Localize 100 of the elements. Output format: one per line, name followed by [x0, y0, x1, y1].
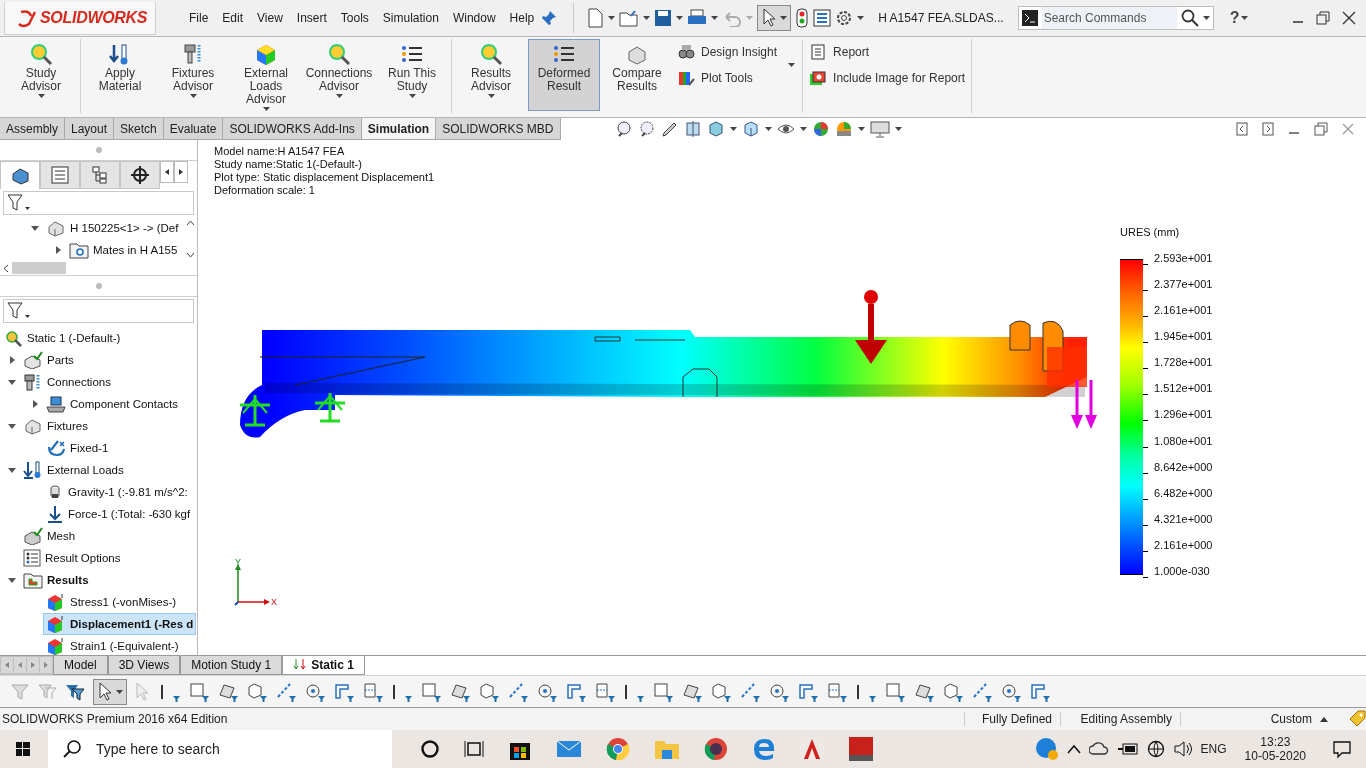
- caret-icon[interactable]: [1241, 16, 1249, 20]
- rainbow-block-icon[interactable]: [677, 69, 695, 87]
- tile-left-icon[interactable]: [1236, 122, 1248, 136]
- search-icon[interactable]: [62, 739, 82, 759]
- caret-icon[interactable]: [643, 16, 651, 20]
- grip-icon[interactable]: [94, 146, 103, 154]
- command-tab[interactable]: Evaluate: [163, 118, 224, 140]
- help-icon[interactable]: [1034, 737, 1059, 761]
- caret-up-icon[interactable]: [1320, 716, 1328, 722]
- menu-item[interactable]: Simulation: [375, 11, 446, 25]
- close-icon[interactable]: [1342, 11, 1356, 25]
- command-tab[interactable]: Assembly: [0, 118, 65, 140]
- filter-field[interactable]: [3, 191, 194, 215]
- ribbon-button[interactable]: Include Image for Report: [806, 67, 969, 89]
- bottom-tab[interactable]: 3D Views: [107, 656, 181, 675]
- binoculars-icon[interactable]: [677, 43, 695, 61]
- tree-item[interactable]: Parts: [20, 349, 77, 371]
- ribbon-button[interactable]: Design Insight: [674, 41, 781, 63]
- camera-icon[interactable]: [809, 69, 828, 87]
- command-tab[interactable]: SOLIDWORKS Add-Ins: [223, 118, 362, 140]
- expand-arrow-icon[interactable]: [7, 466, 16, 474]
- expand-arrow-icon[interactable]: [7, 356, 16, 364]
- caret-icon[interactable]: [799, 127, 807, 131]
- tree-item[interactable]: Fixed-1: [43, 437, 112, 459]
- caret-icon[interactable]: [894, 127, 902, 131]
- filter-field[interactable]: [3, 299, 194, 323]
- scroll-left-icon[interactable]: [3, 263, 9, 273]
- tree-item[interactable]: Mates in H A155: [66, 239, 181, 261]
- selection-filter-icon[interactable]: [826, 680, 848, 703]
- save-icon[interactable]: [654, 9, 673, 27]
- caret-icon[interactable]: [788, 63, 796, 67]
- tree-item[interactable]: Force-1 (:Total: -630 kgf: [43, 503, 194, 525]
- battery-icon[interactable]: [1116, 742, 1139, 756]
- caret-icon[interactable]: [608, 16, 616, 20]
- expand-arrow-icon[interactable]: [7, 576, 16, 584]
- tree-item[interactable]: External Loads: [20, 459, 127, 481]
- caret-icon[interactable]: [711, 16, 719, 20]
- globe-icon[interactable]: [1146, 740, 1165, 758]
- tree-item[interactable]: Stress1 (-vonMises-): [43, 591, 180, 613]
- tree-item[interactable]: Static 1 (-Default-): [2, 327, 124, 349]
- tree-item[interactable]: Mesh: [20, 525, 79, 547]
- tile-right-icon[interactable]: [1262, 122, 1274, 136]
- notebook-icon[interactable]: [809, 43, 828, 61]
- select-button[interactable]: [93, 678, 127, 705]
- expand-arrow-icon[interactable]: [7, 422, 16, 430]
- cloud-icon[interactable]: [1088, 741, 1109, 757]
- selection-filter-icon[interactable]: [420, 680, 442, 703]
- rainbow-block-icon[interactable]: [254, 42, 278, 66]
- magnifier-icon[interactable]: [479, 42, 503, 66]
- ribbon-button[interactable]: Apply Material: [84, 39, 156, 111]
- expand-arrow-icon[interactable]: [30, 224, 39, 232]
- help-button[interactable]: ?: [1227, 9, 1242, 27]
- caret-icon[interactable]: [780, 16, 788, 20]
- ribbon-button[interactable]: Results Advisor: [455, 39, 527, 111]
- panel-tab[interactable]: [120, 161, 160, 189]
- caret-icon[interactable]: [676, 16, 684, 20]
- pin-icon[interactable]: [541, 10, 558, 26]
- menu-item[interactable]: Tools: [333, 11, 376, 25]
- print-icon[interactable]: [687, 9, 708, 27]
- tree-item[interactable]: Result Options: [20, 547, 124, 569]
- ribbon-button[interactable]: Fixtures Advisor: [157, 39, 229, 111]
- menu-item[interactable]: Window: [445, 11, 503, 25]
- taskbar-search-field[interactable]: Type here to search: [48, 730, 392, 768]
- scroll-down-icon[interactable]: [185, 252, 195, 258]
- tree-item[interactable]: H 150225<1> -> (Def: [43, 217, 182, 239]
- selection-filter-icon[interactable]: [884, 680, 906, 703]
- menu-item[interactable]: File: [182, 11, 216, 25]
- chevron-up-icon[interactable]: [1066, 744, 1081, 754]
- command-tab[interactable]: Simulation: [361, 118, 437, 140]
- search-icon[interactable]: [1180, 9, 1199, 27]
- grip-icon[interactable]: [94, 282, 103, 290]
- caret-icon[interactable]: [116, 689, 123, 694]
- selection-filter-icon[interactable]: [362, 680, 384, 703]
- mail-icon[interactable]: [556, 739, 582, 759]
- ribbon-button[interactable]: Plot Tools: [674, 67, 781, 89]
- sphere-icon[interactable]: [811, 120, 830, 138]
- cube-icon[interactable]: [706, 120, 725, 138]
- app-logo-icon[interactable]: [848, 736, 874, 762]
- caret-icon[interactable]: [729, 127, 737, 131]
- pointer-icon[interactable]: [761, 8, 778, 28]
- scroll-right-icon[interactable]: [174, 161, 188, 183]
- speaker-icon[interactable]: [1172, 741, 1193, 757]
- command-tab[interactable]: Sketch: [114, 118, 164, 140]
- tree-item[interactable]: Gravity-1 (:-9.81 m/s^2:: [43, 481, 191, 503]
- traffic-light-icon[interactable]: [795, 8, 810, 28]
- bottom-tab[interactable]: Model: [53, 656, 108, 675]
- folder-icon[interactable]: [654, 738, 680, 760]
- menu-item[interactable]: Insert: [289, 11, 334, 25]
- magnifier-icon[interactable]: [327, 42, 351, 66]
- panel-tab[interactable]: [80, 161, 120, 189]
- scrollbar-thumb[interactable]: [12, 262, 66, 274]
- expand-arrow-icon[interactable]: [30, 400, 39, 408]
- pointer-icon[interactable]: [97, 681, 113, 702]
- search-field[interactable]: Search Commands: [1017, 6, 1214, 30]
- menu-item[interactable]: View: [250, 11, 290, 25]
- ribbon-button[interactable]: Connections Advisor: [303, 39, 375, 111]
- restore-icon[interactable]: [1314, 122, 1328, 136]
- expand-arrow-icon[interactable]: [7, 378, 16, 386]
- selection-filter-icon[interactable]: [188, 680, 210, 703]
- tree-item[interactable]: Results: [20, 569, 92, 591]
